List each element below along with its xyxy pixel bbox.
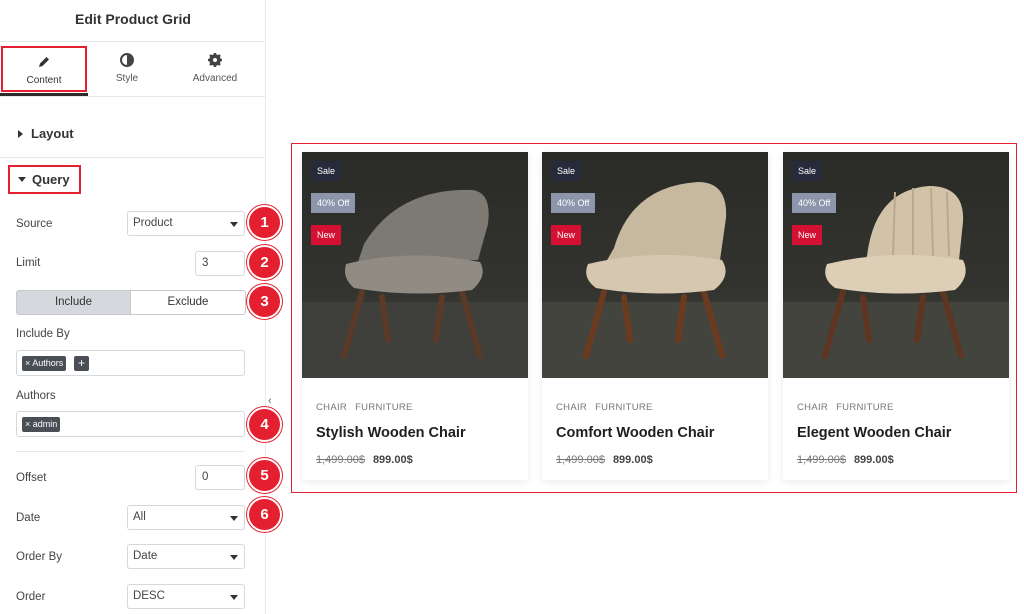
product-categories: CHAIR FURNITURE <box>316 402 413 413</box>
sale-price: 899.00$ <box>372 454 413 466</box>
category-link[interactable]: CHAIR <box>797 402 828 413</box>
product-card[interactable]: Sale 40% Off New CHAIR FURNITURE Elegent … <box>783 152 1009 480</box>
author-tag[interactable]: × admin <box>22 417 61 432</box>
tab-advanced[interactable]: Advanced <box>172 46 258 92</box>
exclude-toggle[interactable]: Exclude <box>131 290 246 315</box>
category-link[interactable]: FURNITURE <box>836 402 894 413</box>
callout-badge: 3 <box>247 284 282 319</box>
limit-label: Limit <box>16 257 41 269</box>
tab-style[interactable]: Style <box>84 46 170 92</box>
tab-label: Style <box>115 73 139 84</box>
collapse-panel-icon[interactable]: ‹ <box>268 395 272 407</box>
dropdown-arrow-icon <box>230 222 238 227</box>
callout-badge: 1 <box>247 205 282 240</box>
half-circle-icon <box>84 52 170 72</box>
callout-badge: 6 <box>247 497 282 532</box>
source-label: Source <box>16 218 53 230</box>
dropdown-arrow-icon <box>230 595 238 600</box>
sale-badge: Sale <box>792 161 823 181</box>
field-divider <box>16 451 245 452</box>
order-by-value: Date <box>133 550 158 562</box>
panel-title: Edit Product Grid <box>0 0 266 42</box>
source-value: Product <box>133 217 173 229</box>
tab-label: Advanced <box>192 73 238 84</box>
gear-icon <box>172 52 258 72</box>
old-price: 1,499.00$ <box>316 454 365 466</box>
pencil-icon <box>3 54 85 74</box>
product-title[interactable]: Elegent Wooden Chair <box>797 425 951 441</box>
product-price: 1,499.00$ 899.00$ <box>797 454 894 466</box>
new-badge: New <box>551 225 582 245</box>
section-label: Layout <box>31 126 74 141</box>
callout-badge: 5 <box>247 458 282 493</box>
sale-price: 899.00$ <box>612 454 653 466</box>
product-categories: CHAIR FURNITURE <box>556 402 653 413</box>
order-by-select[interactable]: Date <box>127 544 245 569</box>
tab-content[interactable]: Content <box>1 46 87 92</box>
product-title[interactable]: Stylish Wooden Chair <box>316 425 466 441</box>
category-link[interactable]: CHAIR <box>316 402 347 413</box>
tab-label: Content <box>26 75 62 86</box>
product-image[interactable]: Sale 40% Off New <box>542 152 768 378</box>
source-select[interactable]: Product <box>127 211 245 236</box>
authors-label: Authors <box>16 390 56 402</box>
sale-badge: Sale <box>551 161 582 181</box>
order-label: Order <box>16 591 46 603</box>
product-image[interactable]: Sale 40% Off New <box>302 152 528 378</box>
product-price: 1,499.00$ 899.00$ <box>556 454 653 466</box>
order-by-label: Order By <box>16 551 63 563</box>
new-badge: New <box>792 225 823 245</box>
add-tag-button[interactable]: + <box>74 356 89 371</box>
product-card[interactable]: Sale 40% Off New CHAIR FURNITURE Comfort … <box>542 152 768 480</box>
callout-badge: 2 <box>247 245 282 280</box>
old-price: 1,499.00$ <box>797 454 846 466</box>
include-by-field[interactable]: × Authors + <box>16 350 245 376</box>
sale-badge: Sale <box>311 161 342 181</box>
authors-field[interactable]: × admin <box>16 411 245 437</box>
include-by-label: Include By <box>16 328 70 340</box>
category-link[interactable]: FURNITURE <box>355 402 413 413</box>
offset-input[interactable]: 0 <box>195 465 245 490</box>
caret-right-icon <box>18 129 23 138</box>
dropdown-arrow-icon <box>230 516 238 521</box>
discount-badge: 40% Off <box>792 193 837 213</box>
product-price: 1,499.00$ 899.00$ <box>316 454 413 466</box>
old-price: 1,499.00$ <box>556 454 605 466</box>
editor-panel: Edit Product Grid Content Style Advanced… <box>0 0 266 614</box>
include-toggle[interactable]: Include <box>16 290 131 315</box>
order-value: DESC <box>133 590 165 602</box>
discount-badge: 40% Off <box>311 193 356 213</box>
caret-down-icon <box>18 177 26 183</box>
section-divider <box>0 157 266 158</box>
category-link[interactable]: FURNITURE <box>595 402 653 413</box>
product-card[interactable]: Sale 40% Off New CHAIR FURNITURE Stylish … <box>302 152 528 480</box>
date-label: Date <box>16 512 41 524</box>
section-query-toggle[interactable]: Query <box>8 165 81 194</box>
sale-price: 899.00$ <box>853 454 894 466</box>
date-select[interactable]: All <box>127 505 245 530</box>
section-label: Query <box>32 172 70 187</box>
new-badge: New <box>311 225 342 245</box>
include-by-tag[interactable]: × Authors <box>22 356 67 371</box>
order-select[interactable]: DESC <box>127 584 245 609</box>
product-title[interactable]: Comfort Wooden Chair <box>556 425 714 441</box>
tabs-divider <box>0 96 266 97</box>
category-link[interactable]: CHAIR <box>556 402 587 413</box>
discount-badge: 40% Off <box>551 193 596 213</box>
product-categories: CHAIR FURNITURE <box>797 402 894 413</box>
callout-badge: 4 <box>247 407 282 442</box>
product-image[interactable]: Sale 40% Off New <box>783 152 1009 378</box>
dropdown-arrow-icon <box>230 555 238 560</box>
date-value: All <box>133 511 146 523</box>
offset-label: Offset <box>16 472 47 484</box>
section-layout-toggle[interactable]: Layout <box>0 126 266 141</box>
limit-input[interactable]: 3 <box>195 251 245 276</box>
